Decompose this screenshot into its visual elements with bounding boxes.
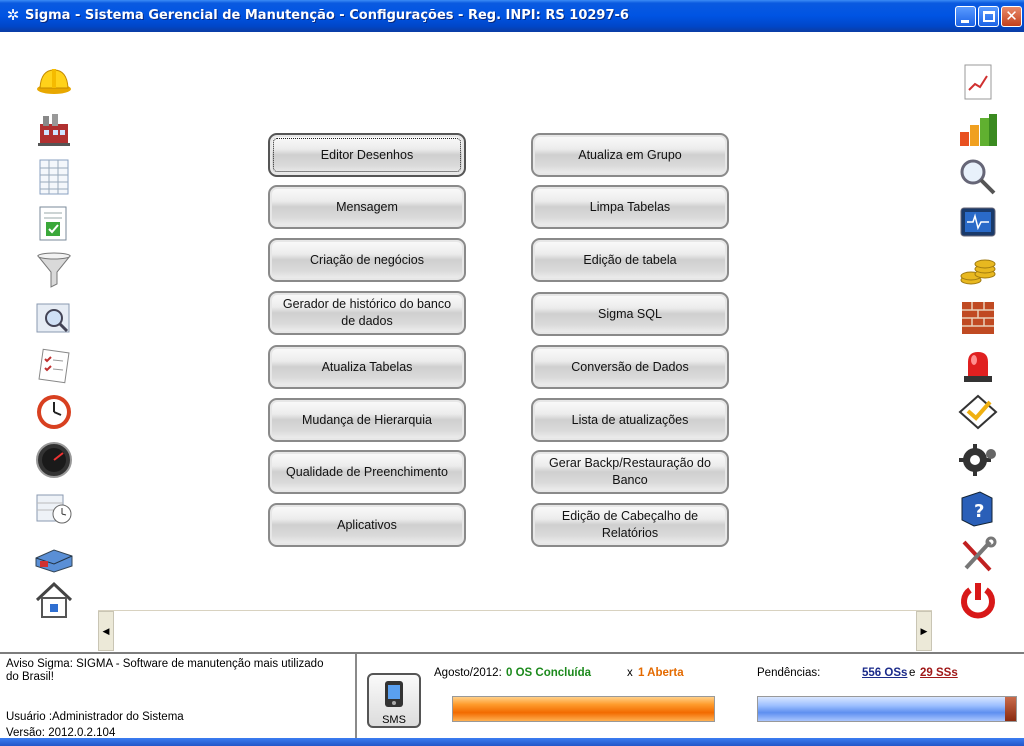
help-book-icon[interactable]: ? (958, 488, 998, 528)
clock-icon[interactable] (34, 392, 74, 432)
panel-divider (355, 654, 357, 740)
os-concluded[interactable]: 0 OS Concluída (506, 667, 591, 679)
aviso-message: Aviso Sigma: SIGMA - Software de manuten… (6, 658, 324, 683)
scroll-right-button[interactable]: ▶ (916, 611, 932, 651)
horizontal-scrollbar[interactable]: ◀ ▶ (98, 610, 932, 651)
lista-atualizacoes-button[interactable]: Lista de atualizações (531, 398, 729, 442)
atualiza-tabelas-button[interactable]: Atualiza Tabelas (268, 345, 466, 389)
gears-icon[interactable] (958, 440, 998, 480)
sms-label: SMS (382, 714, 406, 726)
warehouse-icon[interactable] (34, 536, 74, 576)
checkmark-icon[interactable] (958, 392, 998, 432)
minimize-button[interactable] (955, 6, 976, 27)
atualiza-em-grupo-button[interactable]: Atualiza em Grupo (531, 133, 729, 177)
user-label: Usuário :Administrador do Sistema (6, 711, 184, 723)
mensagem-button[interactable]: Mensagem (268, 185, 466, 229)
magnifier-document-icon[interactable] (34, 298, 74, 338)
task-list-icon[interactable] (34, 346, 74, 386)
gerar-backup-button[interactable]: Gerar Backp/Restauração do Banco (531, 450, 729, 494)
tools-icon[interactable] (958, 536, 998, 576)
gear-icon[interactable]: ✲ (4, 7, 22, 25)
minimize-icon (961, 20, 969, 23)
maximize-button[interactable] (978, 6, 999, 27)
checklist-document-icon[interactable] (34, 203, 74, 243)
mudanca-hierarquia-button[interactable]: Mudança de Hierarquia (268, 398, 466, 442)
close-button[interactable]: ✕ (1001, 6, 1022, 27)
aplicativos-button[interactable]: Aplicativos (268, 503, 466, 547)
editor-desenhos-button[interactable]: Editor Desenhos (268, 133, 466, 177)
window-controls: ✕ (955, 6, 1022, 27)
close-icon: ✕ (1005, 7, 1018, 25)
criacao-negocios-button[interactable]: Criação de negócios (268, 238, 466, 282)
worker-helmet-icon[interactable] (34, 62, 74, 102)
window-title: Sigma - Sistema Gerencial de Manutenção … (25, 8, 629, 23)
report-chart-icon[interactable] (958, 62, 998, 102)
bar-chart-icon[interactable] (958, 110, 998, 150)
limpa-tabelas-button[interactable]: Limpa Tabelas (531, 185, 729, 229)
pendencias-progress-bar (757, 696, 1017, 722)
pendencias-bar-segment (1005, 697, 1016, 721)
calendar-clock-icon[interactable] (34, 488, 74, 528)
scroll-left-button[interactable]: ◀ (98, 611, 114, 651)
bricks-icon[interactable] (958, 298, 998, 338)
x-label: x (627, 667, 633, 679)
maximize-icon (983, 11, 995, 22)
edicao-tabela-button[interactable]: Edição de tabela (531, 238, 729, 282)
pending-os-link[interactable]: 556 OSs (862, 667, 907, 679)
monitor-icon[interactable] (958, 203, 998, 243)
factory-icon[interactable] (34, 110, 74, 150)
power-icon[interactable] (958, 580, 998, 620)
sigma-sql-button[interactable]: Sigma SQL (531, 292, 729, 336)
phone-icon (385, 681, 403, 707)
home-icon[interactable] (34, 580, 74, 620)
month-label: Agosto/2012: (434, 667, 502, 679)
pending-ss-link[interactable]: 29 SSs (920, 667, 958, 679)
coins-icon[interactable] (958, 250, 998, 290)
status-panel: Aviso Sigma: SIGMA - Software de manuten… (0, 652, 1024, 740)
gerador-historico-button[interactable]: Gerador de histórico do banco de dados (268, 291, 466, 335)
title-bar: ✲ Sigma - Sistema Gerencial de Manutençã… (0, 0, 1024, 32)
spreadsheet-icon[interactable] (34, 157, 74, 197)
pendencias-label: Pendências: (757, 667, 821, 679)
speedometer-icon[interactable] (34, 440, 74, 480)
os-open[interactable]: 1 Aberta (638, 667, 684, 679)
svg-text:?: ? (974, 501, 984, 522)
taskbar (0, 738, 1024, 746)
qualidade-preenchimento-button[interactable]: Qualidade de Preenchimento (268, 450, 466, 494)
alarm-light-icon[interactable] (958, 346, 998, 386)
sms-button[interactable]: SMS (367, 673, 421, 728)
conversao-dados-button[interactable]: Conversão de Dados (531, 345, 729, 389)
edicao-cabecalho-button[interactable]: Edição de Cabeçalho de Relatórios (531, 503, 729, 547)
e-label: e (909, 667, 916, 679)
funnel-icon[interactable] (34, 250, 74, 290)
search-icon[interactable] (958, 157, 998, 197)
os-progress-bar (452, 696, 715, 722)
